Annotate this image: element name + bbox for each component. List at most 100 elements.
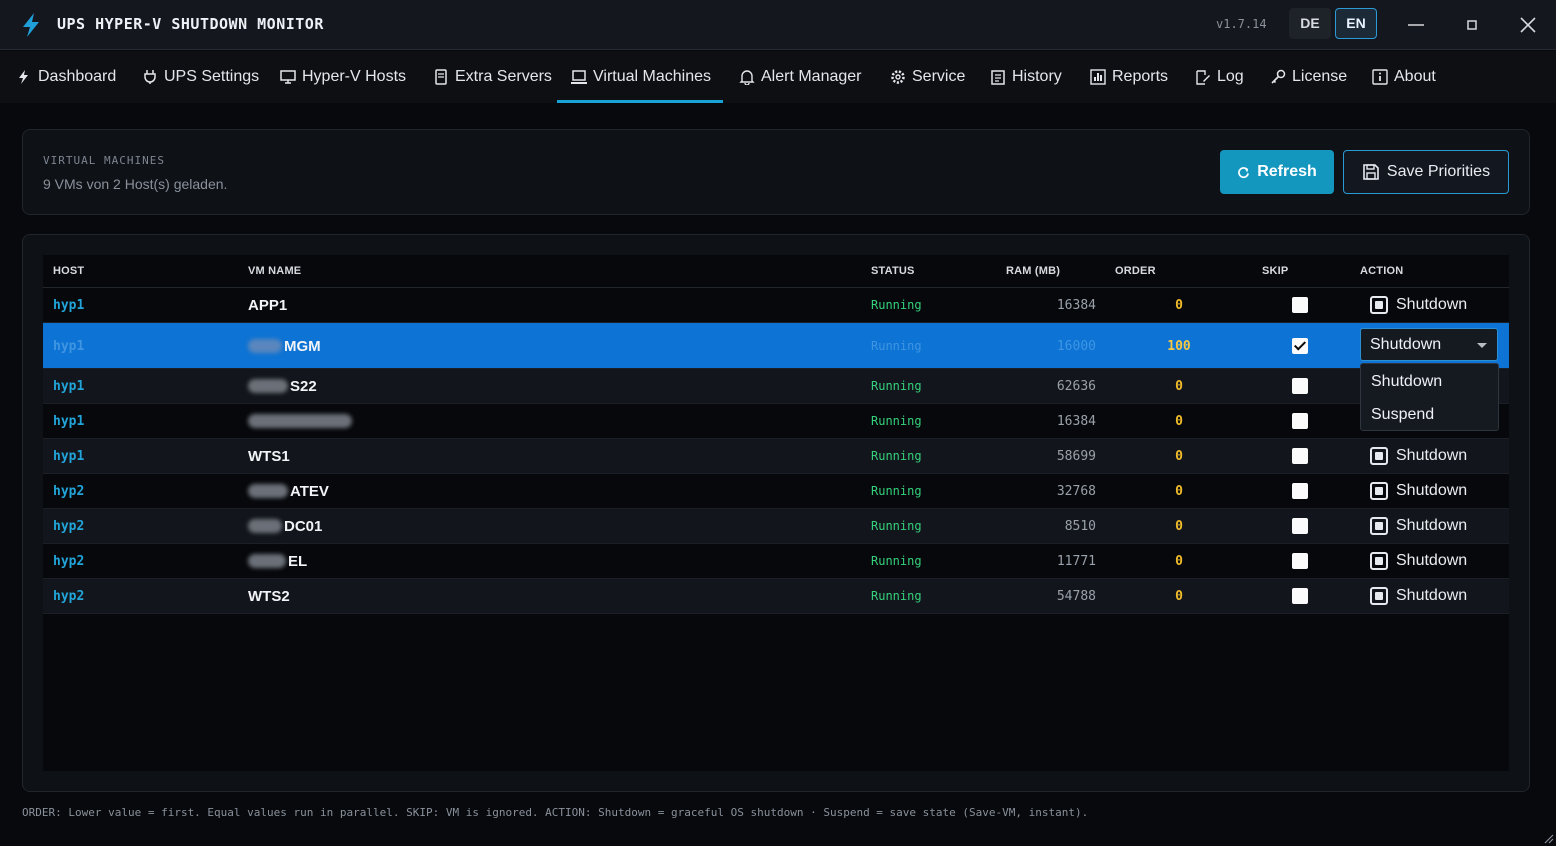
maximize-icon[interactable] <box>1459 12 1485 38</box>
skip-cell <box>1292 404 1308 438</box>
action-button[interactable]: Shutdown <box>1370 509 1467 543</box>
vm-count-text: 9 VMs von 2 Host(s) geladen. <box>43 176 228 192</box>
action-button[interactable]: Shutdown <box>1370 579 1467 613</box>
tab-hyper-v-hosts[interactable]: Hyper-V Hosts <box>280 51 406 103</box>
ram-cell: 16384 <box>1056 413 1096 429</box>
refresh-label: Refresh <box>1257 163 1317 180</box>
col-ram[interactable]: RAM (MB) <box>1006 265 1060 277</box>
skip-checkbox[interactable] <box>1292 448 1308 464</box>
skip-cell <box>1292 439 1308 473</box>
order-input[interactable]: 100 <box>1143 323 1215 369</box>
action-dropdown-menu: Shutdown Suspend <box>1360 363 1499 431</box>
table-row[interactable]: hyp2 WTS2 Running 54788 0 Shutdown <box>43 579 1509 614</box>
skip-checkbox[interactable] <box>1292 483 1308 499</box>
minimize-icon[interactable] <box>1403 12 1429 38</box>
option-shutdown[interactable]: Shutdown <box>1371 373 1442 391</box>
bar-chart-icon <box>1090 69 1106 85</box>
table-row[interactable]: hyp1 WTS1 Running 58699 0 Shutdown <box>43 439 1509 474</box>
order-input[interactable]: 0 <box>1143 404 1215 438</box>
tab-extra-servers[interactable]: Extra Servers <box>433 51 552 103</box>
tab-label: Extra Servers <box>455 68 552 85</box>
tab-history[interactable]: History <box>990 51 1062 103</box>
action-button[interactable]: Shutdown <box>1370 439 1467 473</box>
save-priorities-button[interactable]: Save Priorities <box>1343 150 1509 194</box>
tab-virtual-machines[interactable]: Virtual Machines <box>557 51 723 103</box>
host-cell: hyp2 <box>53 518 85 534</box>
save-icon <box>1363 164 1379 180</box>
table-row[interactable]: hyp2 ATEV Running 32768 0 Shutdown <box>43 474 1509 509</box>
skip-checkbox[interactable] <box>1292 588 1308 604</box>
tab-service[interactable]: Service <box>890 51 965 103</box>
status-cell: Running <box>871 554 922 568</box>
lang-de-button[interactable]: DE <box>1289 8 1331 39</box>
col-vm-name[interactable]: VM NAME <box>248 265 301 277</box>
chevron-down-icon <box>1477 343 1487 348</box>
table-row[interactable]: hyp1 APP1 Running 16384 0 Shutdown <box>43 288 1509 323</box>
ram-cell: 8510 <box>1064 518 1096 534</box>
lang-en-button[interactable]: EN <box>1335 8 1377 39</box>
tab-label: Reports <box>1112 68 1169 85</box>
action-button[interactable]: Shutdown <box>1370 288 1467 322</box>
action-select[interactable]: Shutdown <box>1360 328 1498 361</box>
footer-hint: ORDER: Lower value = first. Equal values… <box>22 806 1089 819</box>
tab-reports[interactable]: Reports <box>1090 51 1168 103</box>
table-row[interactable]: hyp2 EL Running 11771 0 Shutdown <box>43 544 1509 579</box>
skip-checkbox[interactable] <box>1292 553 1308 569</box>
stop-icon <box>1370 447 1388 465</box>
skip-checkbox[interactable] <box>1292 518 1308 534</box>
gear-icon <box>891 70 905 84</box>
stop-icon <box>1370 517 1388 535</box>
order-input[interactable]: 0 <box>1143 288 1215 322</box>
status-cell: Running <box>871 414 922 428</box>
col-status[interactable]: STATUS <box>871 265 915 277</box>
option-suspend[interactable]: Suspend <box>1371 406 1434 424</box>
vm-name-cell: S22 <box>248 369 317 403</box>
table-row[interactable]: hyp2 DC01 Running 8510 0 Shutdown <box>43 509 1509 544</box>
tab-label: About <box>1394 68 1436 85</box>
info-icon <box>1372 69 1388 85</box>
skip-checkbox[interactable] <box>1292 378 1308 394</box>
host-cell: hyp1 <box>53 297 85 313</box>
bolt-icon <box>19 70 28 84</box>
host-cell: hyp1 <box>53 338 85 354</box>
main-nav: Dashboard UPS Settings Hyper-V Hosts Ext… <box>0 51 1556 103</box>
skip-checkbox[interactable] <box>1292 338 1308 354</box>
order-input[interactable]: 0 <box>1143 509 1215 543</box>
section-label: VIRTUAL MACHINES <box>43 154 165 167</box>
skip-checkbox[interactable] <box>1292 413 1308 429</box>
order-input[interactable]: 0 <box>1143 439 1215 473</box>
order-input[interactable]: 0 <box>1143 544 1215 578</box>
tab-log[interactable]: Log <box>1195 51 1244 103</box>
refresh-button[interactable]: Refresh <box>1220 150 1334 194</box>
order-input[interactable]: 0 <box>1143 579 1215 613</box>
tab-dashboard[interactable]: Dashboard <box>16 51 116 103</box>
tab-alert-manager[interactable]: Alert Manager <box>739 51 862 103</box>
host-cell: hyp2 <box>53 483 85 499</box>
version-label: v1.7.14 <box>1216 17 1267 31</box>
tab-ups-settings[interactable]: UPS Settings <box>142 51 259 103</box>
tab-about[interactable]: About <box>1372 51 1436 103</box>
skip-cell <box>1292 288 1308 322</box>
order-input[interactable]: 0 <box>1143 369 1215 403</box>
resize-grip-icon[interactable] <box>1542 832 1554 844</box>
ram-cell: 54788 <box>1056 588 1096 604</box>
col-host[interactable]: HOST <box>53 265 84 277</box>
key-icon <box>1271 69 1286 84</box>
close-icon[interactable] <box>1515 12 1541 38</box>
skip-cell <box>1292 474 1308 508</box>
action-button[interactable]: Shutdown <box>1370 544 1467 578</box>
col-order[interactable]: ORDER <box>1115 265 1156 277</box>
col-skip[interactable]: SKIP <box>1262 265 1288 277</box>
col-action[interactable]: ACTION <box>1360 265 1403 277</box>
action-button[interactable]: Shutdown <box>1370 474 1467 508</box>
stop-icon <box>1370 587 1388 605</box>
host-cell: hyp2 <box>53 588 85 604</box>
table-row[interactable]: hyp1 Running 16384 0 <box>43 404 1509 439</box>
save-label: Save Priorities <box>1386 163 1491 180</box>
table-row[interactable]: hyp1 S22 Running 62636 0 <box>43 369 1509 404</box>
tab-license[interactable]: License <box>1270 51 1347 103</box>
table-row-selected[interactable]: hyp1 MGM Running 16000 100 <box>43 323 1509 369</box>
tab-label: Service <box>912 68 966 85</box>
order-input[interactable]: 0 <box>1143 474 1215 508</box>
skip-checkbox[interactable] <box>1292 297 1308 313</box>
